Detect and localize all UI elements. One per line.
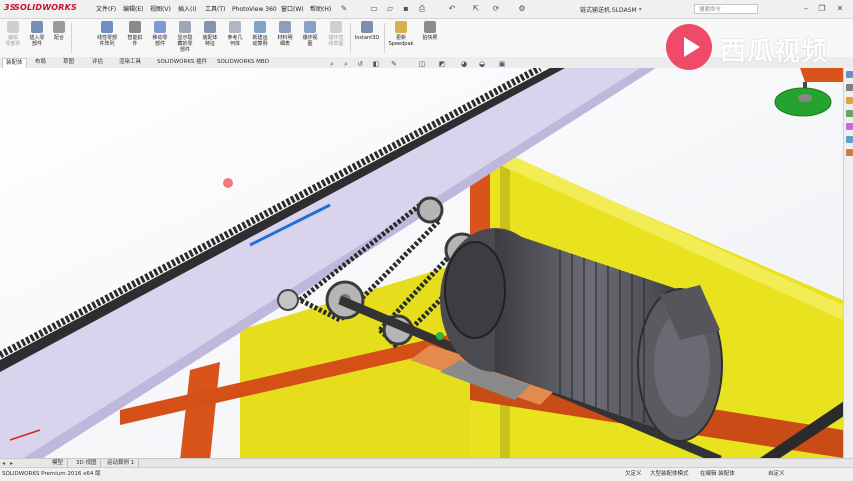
play-logo-icon [666,24,712,70]
view-orientation-icon[interactable]: ◫ [418,60,426,68]
tab-solidworks-addins[interactable]: SOLIDWORKS 插件 [154,58,210,67]
task-pane [843,68,853,458]
mate-button[interactable]: 配合 [50,21,68,41]
update-speedpak-button[interactable]: 更新 Speedpak [386,21,416,47]
menu-view[interactable]: 视图(V) [148,4,173,15]
previous-view-icon[interactable]: ↺ [356,60,364,68]
instant3d-button[interactable]: Instant3D [352,21,382,41]
instant3d-icon [361,21,373,33]
tab-render-tools[interactable]: 渲染工具 [116,58,144,67]
reference-geometry-icon [229,21,241,33]
bill-of-materials-icon [279,21,291,33]
product-version: SOLIDWORKS Premium 2016 x64 版 [2,471,101,477]
assembly-features-button[interactable]: 装配体 特征 [199,21,221,47]
edit-component-icon [7,21,19,33]
xigua-watermark: 西瓜视频 [666,24,846,70]
status-editing: 在编辑 装配体 [700,471,735,477]
mate-icon [53,21,65,33]
tab-assembly[interactable]: 装配体 [2,58,27,68]
exploded-view-icon [304,21,316,33]
status-customize[interactable]: 自定义 [768,468,785,481]
scene-icon[interactable]: ◒ [478,60,486,68]
view-palette-icon[interactable] [845,110,853,117]
assembly-features-icon [204,21,216,33]
display-style-icon[interactable]: ◩ [438,60,446,68]
menu-photoview[interactable]: PhotoView 360 [230,4,279,15]
ribbon-separator [71,23,72,53]
graphics-area[interactable] [0,68,853,458]
select-icon[interactable]: ⇱ [470,3,482,15]
print-icon[interactable]: ⎙ [416,3,428,15]
document-title: 链式输送机.SLDASM * [580,7,642,14]
minimize-icon[interactable]: – [800,3,812,15]
custom-properties-icon[interactable] [845,136,853,143]
section-view-icon[interactable]: ◧ [372,60,380,68]
insert-component-button[interactable]: 插入零 部件 [26,21,48,47]
close-icon[interactable]: ✕ [834,3,846,15]
appearances-icon[interactable] [845,123,853,130]
view-settings-icon[interactable]: ▣ [498,60,506,68]
tab-layout[interactable]: 布局 [32,58,49,67]
zoom-area-icon[interactable]: ⌕ [342,60,350,68]
edit-component-button[interactable]: 编辑 零部件 [2,21,24,47]
title-bar: 3SSOLIDWORKS 文件(F) 编辑(E) 视图(V) 插入(I) 工具(… [0,0,853,19]
solidworks-resources-icon[interactable] [845,71,853,78]
insert-component-icon [31,21,43,33]
show-hidden-icon [179,21,191,33]
status-bar: SOLIDWORKS Premium 2016 x64 版 欠定义 大型装配体模… [0,467,853,481]
pin-icon[interactable]: ✎ [338,3,350,15]
explode-line-sketch-icon [330,21,342,33]
linear-pattern-button[interactable]: 线性零部 件阵列 [94,21,120,47]
menu-window[interactable]: 窗口(W) [279,4,306,15]
assembly-model-render [0,68,853,458]
menu-edit[interactable]: 编辑(E) [121,4,145,15]
linear-pattern-icon [101,21,113,33]
file-explorer-icon[interactable] [845,97,853,104]
tab-sketch[interactable]: 草图 [60,58,77,67]
take-snapshot-button[interactable]: 拍快照 [418,21,442,41]
smart-fasteners-button[interactable]: 智能扣 件 [124,21,146,47]
move-component-icon [154,21,166,33]
tab-solidworks-mbd[interactable]: SOLIDWORKS MBD [214,58,272,67]
explode-line-sketch-button[interactable]: 爆炸直 线草图 [324,21,348,47]
undo-icon[interactable]: ↶ [446,3,458,15]
move-component-button[interactable]: 移动零 部件 [149,21,171,47]
dynamic-annotation-icon[interactable]: ✎ [390,60,398,68]
speedpak-icon [395,21,407,33]
status-underdefined: 欠定义 [625,471,642,477]
design-library-icon[interactable] [845,84,853,91]
solidworks-logo[interactable]: 3SSOLIDWORKS [4,3,77,12]
appearance-icon[interactable]: ◕ [460,60,468,68]
restore-icon[interactable]: ❐ [816,3,828,15]
new-document-icon[interactable]: ▭ [368,3,380,15]
ribbon-separator [384,23,385,53]
search-commands-input[interactable]: 搜索命令 [694,4,758,14]
snapshot-icon [424,21,436,33]
reference-geometry-button[interactable]: 参考几 何体 [224,21,246,47]
forum-icon[interactable] [845,149,853,156]
show-hidden-components-button[interactable]: 显示隐 藏的零 部件 [174,21,196,53]
menu-insert[interactable]: 插入(I) [176,4,198,15]
smart-fasteners-icon [129,21,141,33]
bill-of-materials-button[interactable]: 材料明 细表 [274,21,296,47]
menu-tools[interactable]: 工具(T) [203,4,227,15]
menu-file[interactable]: 文件(F) [94,4,118,15]
new-motion-study-icon [254,21,266,33]
save-icon[interactable]: ▪ [400,3,412,15]
new-motion-study-button[interactable]: 新建运 动算例 [249,21,271,47]
exploded-view-button[interactable]: 爆炸视 图 [299,21,321,47]
rebuild-icon[interactable]: ⟳ [490,3,502,15]
open-document-icon[interactable]: ▱ [384,3,396,15]
status-large-assembly-mode: 大型装配体模式 [650,471,689,477]
options-icon[interactable]: ⚙ [516,3,528,15]
zoom-to-fit-icon[interactable]: ⌕ [328,60,336,68]
ribbon-separator [350,23,351,53]
tab-evaluate[interactable]: 评估 [89,58,106,67]
menu-help[interactable]: 帮助(H) [308,4,333,15]
